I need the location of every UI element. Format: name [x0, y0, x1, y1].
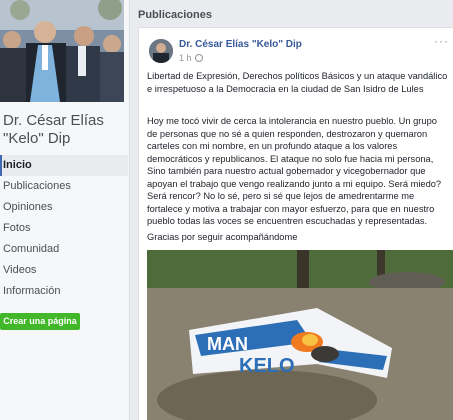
nav-item-publicaciones[interactable]: Publicaciones [0, 176, 128, 197]
nav-item-comunidad[interactable]: Comunidad [0, 239, 128, 260]
page-title[interactable]: Dr. César Elías "Kelo" Dip [3, 112, 127, 148]
post-paragraph: Libertad de Expresión, Derechos político… [147, 71, 448, 94]
create-page-button[interactable]: Crear una página [0, 313, 80, 330]
post-paragraph: Gracias por seguir acompañándome [147, 232, 298, 242]
nav-item-opiniones[interactable]: Opiniones [0, 197, 128, 218]
nav-item-informacion[interactable]: Información [0, 281, 128, 302]
more-options-icon[interactable]: ··· [434, 34, 449, 48]
page-nav: Inicio Publicaciones Opiniones Fotos Com… [0, 155, 128, 302]
post-author-link[interactable]: Dr. César Elías "Kelo" Dip [179, 39, 302, 50]
banner-text-1: MAN [207, 334, 248, 354]
left-sidebar: Dr. César Elías "Kelo" Dip Inicio Public… [0, 0, 130, 420]
avatar[interactable] [149, 39, 173, 63]
nav-item-videos[interactable]: Videos [0, 260, 128, 281]
nav-item-inicio[interactable]: Inicio [0, 155, 128, 176]
banner-text-2: KELO [239, 355, 295, 377]
post-photo[interactable]: MAN KELO [147, 250, 453, 420]
globe-icon [195, 54, 203, 62]
nav-item-fotos[interactable]: Fotos [0, 218, 128, 239]
section-title: Publicaciones [138, 9, 212, 21]
post-card: Dr. César Elías "Kelo" Dip 1 h · ··· Lib… [138, 27, 453, 420]
burned-banner-image: MAN KELO [147, 250, 453, 420]
post-paragraph: Hoy me tocó vivir de cerca la intoleranc… [147, 116, 442, 226]
profile-photo-image [0, 0, 124, 102]
profile-cover-photo[interactable] [0, 0, 124, 102]
